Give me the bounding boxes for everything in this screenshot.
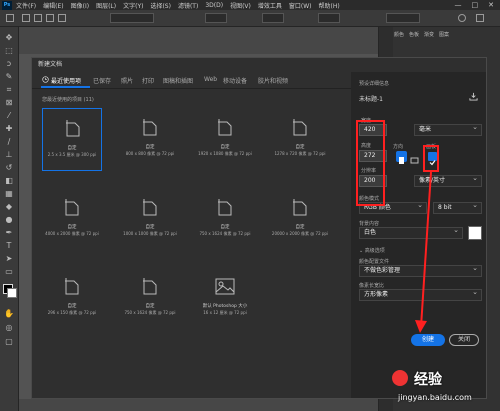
options-bar — [0, 10, 500, 27]
brush-tool-icon[interactable]: ∕ — [4, 137, 14, 147]
menu-3d[interactable]: 3D(D) — [205, 2, 223, 9]
baidu-paw-logo-icon — [392, 370, 408, 386]
tab-patterns[interactable]: 图案 — [439, 31, 449, 38]
menu-layer[interactable]: 图层(L) — [96, 1, 116, 10]
quick-mask-icon[interactable]: ◎ — [4, 323, 14, 333]
watermark-url: jingyan.baidu.com — [398, 393, 472, 402]
quick-select-icon[interactable]: ✎ — [4, 72, 14, 82]
close-window-button[interactable]: ✕ — [488, 1, 494, 9]
menu-type[interactable]: 文字(Y) — [123, 1, 143, 10]
new-selection-icon[interactable] — [22, 14, 30, 22]
menu-plugins[interactable]: 增效工具 — [258, 1, 282, 10]
add-selection-icon[interactable] — [34, 14, 42, 22]
search-icon[interactable] — [458, 14, 466, 22]
shape-tool-icon[interactable]: ▭ — [4, 267, 14, 277]
tools-panel: ✥ ⬚ ↄ ✎ ⌗ ⊠ ⁄ ✚ ∕ ⊥ ↺ ◧ ▦ ◆ ● ✒ T ➤ ▭ ✋ … — [0, 27, 19, 411]
tab-swatches[interactable]: 色板 — [409, 31, 419, 38]
frame-tool-icon[interactable]: ⊠ — [4, 98, 14, 108]
menu-edit[interactable]: 编辑(E) — [43, 1, 63, 10]
background-color-swatch[interactable] — [7, 288, 17, 298]
eraser-icon[interactable]: ◧ — [4, 176, 14, 186]
history-brush-icon[interactable]: ↺ — [4, 163, 14, 173]
photoshop-logo-icon: Ps — [2, 0, 12, 10]
tab-color[interactable]: 颜色 — [394, 31, 404, 38]
blur-tool-icon[interactable]: ◆ — [4, 202, 14, 212]
watermark-brand: 经验 — [414, 372, 442, 388]
style-dropdown[interactable] — [205, 13, 227, 23]
clone-stamp-icon[interactable]: ⊥ — [4, 150, 14, 160]
subtract-selection-icon[interactable] — [46, 14, 54, 22]
menu-file[interactable]: 文件(F) — [16, 1, 36, 10]
menu-bar: Ps 文件(F) 编辑(E) 图像(I) 图层(L) 文字(Y) 选择(S) 滤… — [0, 0, 500, 10]
menu-view[interactable]: 视图(V) — [230, 1, 251, 10]
minimize-button[interactable]: — — [455, 1, 462, 9]
gradient-icon[interactable]: ▦ — [4, 189, 14, 199]
hand-tool-icon[interactable]: ✋ — [4, 309, 14, 319]
tab-gradients[interactable]: 渐变 — [424, 31, 434, 38]
canvas-area-bottom — [18, 399, 378, 411]
type-tool-icon[interactable]: T — [4, 241, 14, 251]
menu-select[interactable]: 选择(S) — [150, 1, 171, 10]
select-mask-button[interactable] — [386, 13, 420, 23]
maximize-button[interactable]: □ — [472, 1, 479, 9]
watermark: 经验 jingyan.baidu.com — [384, 363, 500, 411]
eyedropper-icon[interactable]: ⁄ — [4, 111, 14, 121]
share-icon[interactable] — [476, 14, 484, 22]
menu-image[interactable]: 图像(I) — [71, 1, 89, 10]
dodge-tool-icon[interactable]: ● — [4, 215, 14, 225]
height-field[interactable] — [318, 13, 340, 23]
screen-mode-icon[interactable]: ▢ — [4, 337, 14, 347]
intersect-selection-icon[interactable] — [58, 14, 66, 22]
crop-tool-icon[interactable]: ⌗ — [4, 85, 14, 95]
menu-filter[interactable]: 滤镜(T) — [178, 1, 198, 10]
marquee-tool-icon[interactable] — [6, 14, 14, 22]
new-document-dialog: 新建文档 最近使用项 已保存 照片 打印 图稿和插图 Web 移动设备 胶片和视… — [31, 57, 487, 399]
menu-window[interactable]: 窗口(W) — [289, 1, 312, 10]
move-tool-icon[interactable]: ✥ — [4, 33, 14, 43]
feather-field[interactable] — [110, 13, 154, 23]
annotation-arrow — [415, 171, 432, 333]
menu-help[interactable]: 帮助(H) — [319, 1, 340, 10]
pen-tool-icon[interactable]: ✒ — [4, 228, 14, 238]
marquee-tool-icon[interactable]: ⬚ — [4, 46, 14, 56]
path-select-icon[interactable]: ➤ — [4, 254, 14, 264]
width-field[interactable] — [262, 13, 284, 23]
canvas-area — [18, 27, 378, 54]
healing-brush-icon[interactable]: ✚ — [4, 124, 14, 134]
lasso-tool-icon[interactable]: ↄ — [4, 59, 14, 69]
